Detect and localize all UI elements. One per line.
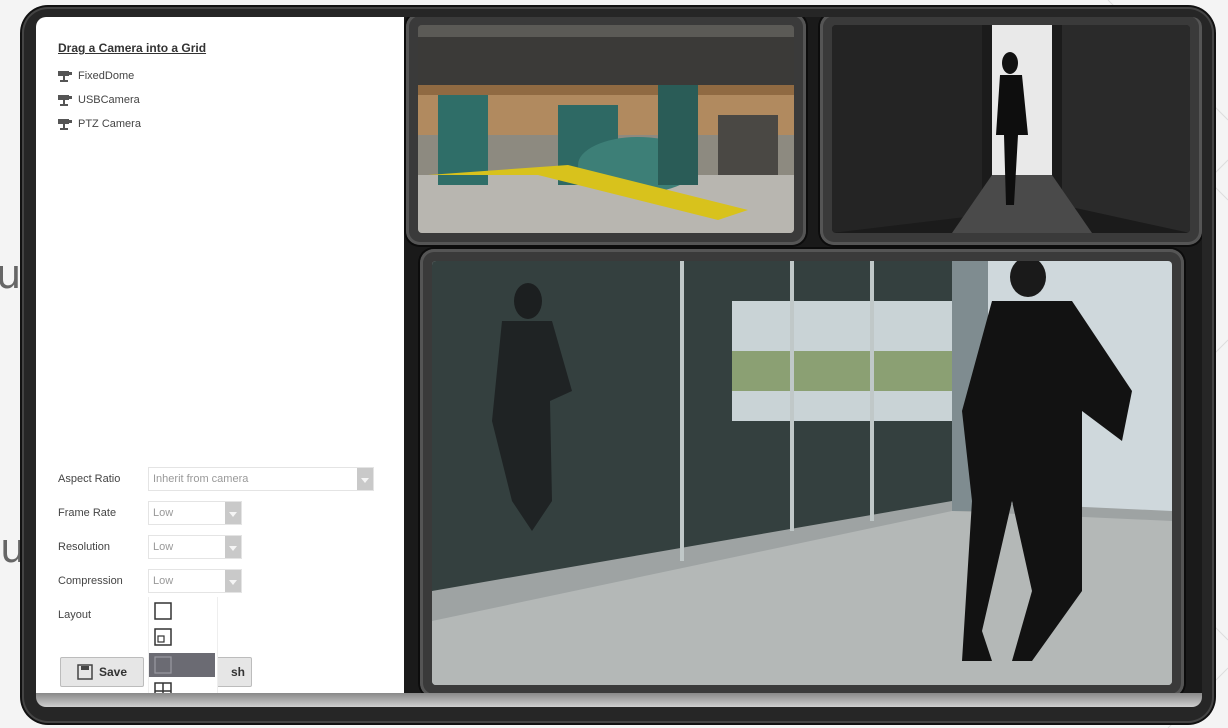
three-pane-layout-option[interactable] bbox=[149, 653, 215, 677]
camera-item-ptz-camera[interactable]: PTZ Camera bbox=[58, 115, 141, 133]
camera-icon bbox=[58, 119, 72, 130]
frame-rate-value: Low bbox=[153, 507, 174, 519]
two-pane-layout-icon[interactable] bbox=[153, 627, 173, 647]
three-pane-layout-icon bbox=[154, 656, 172, 674]
video-feed-glass-building[interactable] bbox=[420, 249, 1184, 697]
camera-control-panel: Drag a Camera into a Grid FixedDome USBC… bbox=[36, 17, 404, 707]
camera-item-label: PTZ Camera bbox=[78, 118, 141, 130]
single-layout-icon[interactable] bbox=[153, 601, 173, 621]
camera-icon bbox=[58, 71, 72, 82]
aspect-ratio-select[interactable]: Inherit from camera bbox=[148, 467, 374, 491]
camera-item-label: USBCamera bbox=[78, 94, 140, 106]
save-button[interactable]: Save bbox=[60, 657, 144, 687]
frame-rate-label: Frame Rate bbox=[58, 507, 117, 519]
aspect-ratio-value: Inherit from camera bbox=[153, 473, 249, 485]
chevron-down-icon bbox=[225, 536, 241, 558]
chevron-down-icon bbox=[357, 468, 373, 490]
video-feed-industrial[interactable] bbox=[406, 17, 806, 245]
floppy-disk-icon bbox=[77, 664, 93, 680]
frame-rate-select[interactable]: Low bbox=[148, 501, 242, 525]
camera-item-usbcamera[interactable]: USBCamera bbox=[58, 91, 140, 109]
video-image bbox=[418, 25, 794, 233]
aspect-ratio-label: Aspect Ratio bbox=[58, 473, 121, 485]
tablet-device: Drag a Camera into a Grid FixedDome USBC… bbox=[22, 7, 1214, 723]
chevron-down-icon bbox=[225, 570, 241, 592]
device-bottom-bar bbox=[36, 693, 1202, 707]
camera-item-label: FixedDome bbox=[78, 70, 135, 82]
resolution-select[interactable]: Low bbox=[148, 535, 242, 559]
refresh-button-label: sh bbox=[230, 665, 245, 679]
video-image bbox=[832, 25, 1190, 233]
panel-title: Drag a Camera into a Grid bbox=[58, 41, 207, 55]
chevron-down-icon bbox=[225, 502, 241, 524]
resolution-value: Low bbox=[153, 541, 174, 553]
video-image bbox=[432, 261, 1172, 685]
save-button-label: Save bbox=[98, 665, 128, 679]
layout-dropdown[interactable] bbox=[148, 597, 218, 707]
layout-label: Layout bbox=[58, 609, 92, 621]
resolution-label: Resolution bbox=[58, 541, 110, 553]
compression-value: Low bbox=[153, 575, 174, 587]
compression-select[interactable]: Low bbox=[148, 569, 242, 593]
camera-icon bbox=[58, 95, 72, 106]
camera-item-fixeddome[interactable]: FixedDome bbox=[58, 67, 134, 85]
video-feed-corridor[interactable] bbox=[820, 17, 1202, 245]
compression-label: Compression bbox=[58, 575, 123, 587]
device-screen: Drag a Camera into a Grid FixedDome USBC… bbox=[36, 17, 1202, 707]
